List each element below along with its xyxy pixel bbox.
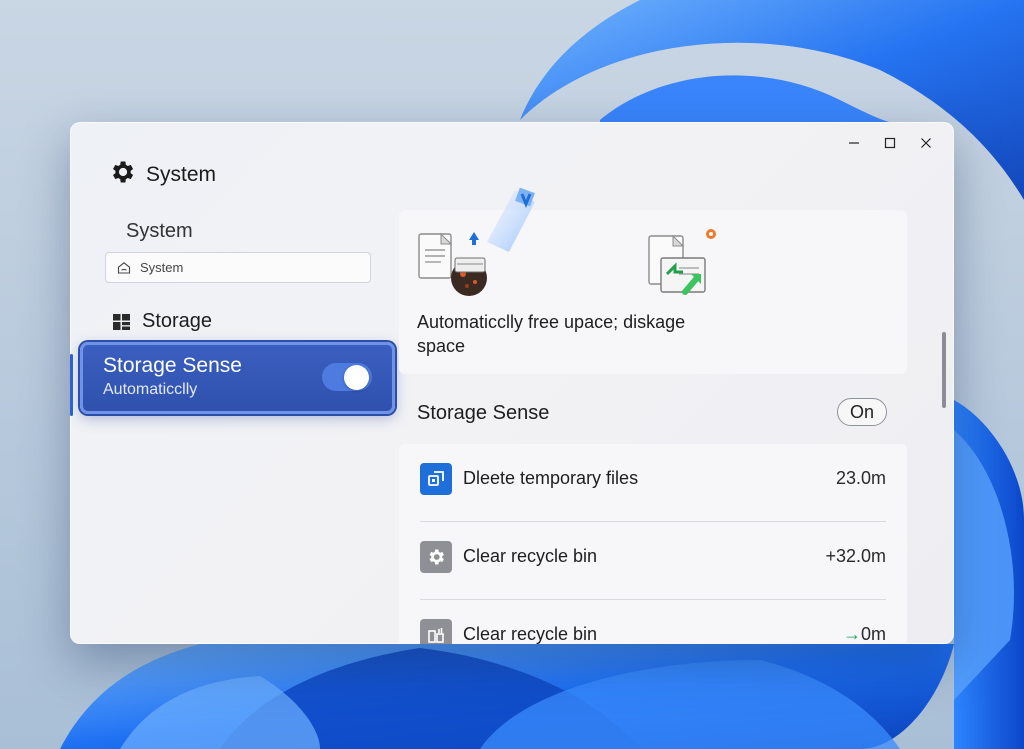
list-item-value-text: 0m: [860, 624, 886, 644]
window-controls: [836, 128, 944, 158]
positive-arrow-icon: →: [842, 624, 861, 644]
search-box[interactable]: [105, 252, 371, 283]
settings-window: System System Storage Storage Sense Auto…: [70, 122, 954, 644]
hero-caption: Automaticclly free upace; diskage space: [417, 312, 686, 356]
settings-cog-icon: [420, 541, 452, 573]
recycle-bin-icon: [420, 619, 452, 644]
storage-sense-toggle[interactable]: [322, 363, 372, 391]
search-input[interactable]: [140, 260, 360, 275]
sidebar-heading: System: [126, 220, 193, 242]
recycle-file-illustration: [648, 229, 716, 295]
list-item-label: Clear recycle bin: [463, 624, 598, 644]
storage-hero-card: Automaticclly free upace; diskage space: [399, 187, 907, 374]
list-item[interactable]: Dleete temporary files 23.0m: [399, 444, 907, 521]
sidebar-item-storage-sense[interactable]: Storage Sense Automaticclly: [80, 342, 395, 414]
storage-grid-icon: [113, 313, 130, 330]
close-icon: [921, 138, 931, 148]
temp-files-icon: [420, 463, 452, 495]
app-title-text: System: [146, 162, 217, 186]
maximize-icon: [884, 137, 896, 149]
status-badge-label: On: [849, 401, 874, 422]
section-title: Storage Sense: [417, 402, 550, 424]
list-item-value: 23.0m: [835, 468, 886, 488]
temporary-files-illustration: [418, 187, 535, 296]
scrollbar-thumb[interactable]: [942, 332, 946, 408]
home-icon: [117, 261, 131, 274]
sidebar-item-storage[interactable]: Storage: [112, 310, 212, 333]
cleanup-list: Dleete temporary files 23.0m Clear recyc…: [399, 444, 907, 644]
app-title: System: [108, 158, 216, 191]
minimize-button[interactable]: [836, 128, 872, 158]
gear-icon: [108, 158, 136, 191]
list-item[interactable]: Clear recycle bin →0m: [399, 600, 907, 644]
minimize-icon: [849, 142, 859, 144]
sidebar-item-label: Storage: [142, 310, 213, 332]
list-item-label: Dleete temporary files: [463, 468, 639, 488]
close-button[interactable]: [908, 128, 944, 158]
maximize-button[interactable]: [872, 128, 908, 158]
selection-indicator: [70, 354, 73, 416]
status-badge[interactable]: On: [837, 398, 887, 426]
list-item-value: +32.0m: [825, 546, 886, 566]
list-item-value: →0m: [843, 624, 886, 644]
toggle-knob: [344, 365, 369, 390]
list-item[interactable]: Clear recycle bin +32.0m: [399, 522, 907, 599]
list-item-label: Clear recycle bin: [463, 546, 598, 566]
